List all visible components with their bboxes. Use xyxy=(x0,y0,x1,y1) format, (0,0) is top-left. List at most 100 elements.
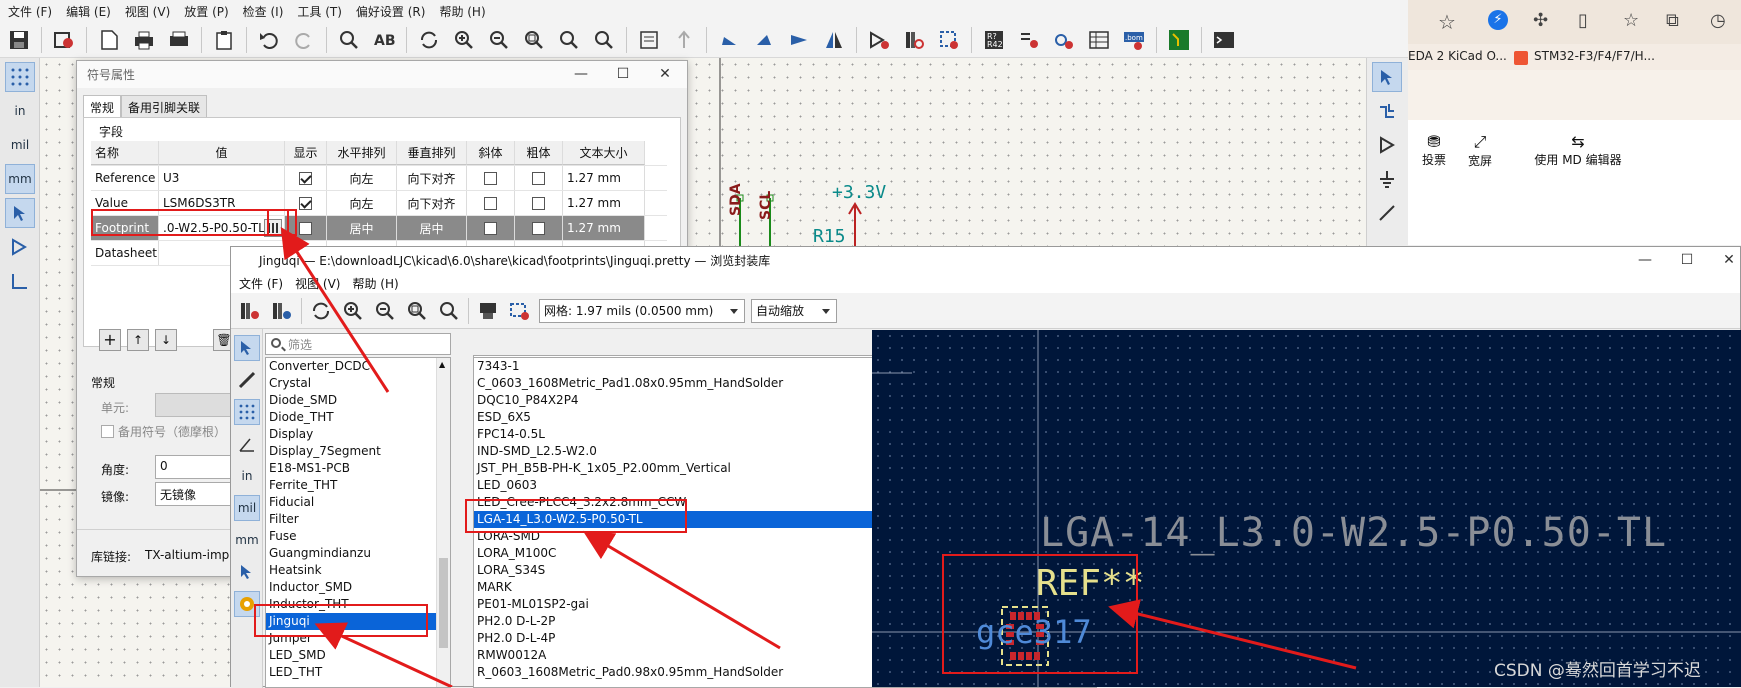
v-align-cell[interactable]: 向下对齐 xyxy=(397,191,467,215)
maximize-button[interactable]: ☐ xyxy=(1673,250,1701,270)
leave-sheet-icon[interactable] xyxy=(671,27,697,53)
library-list-item[interactable]: Guangmindianzu xyxy=(266,545,450,562)
v-align-cell[interactable]: 居中 xyxy=(397,216,467,240)
h-align-cell[interactable]: 向左 xyxy=(327,191,397,215)
menu-help[interactable]: 帮助 (H) xyxy=(435,3,495,20)
refresh-icon[interactable] xyxy=(308,298,334,324)
library-list-item[interactable]: Filter xyxy=(266,511,450,528)
scroll-thumb[interactable] xyxy=(439,558,448,648)
paste-icon[interactable] xyxy=(211,27,237,53)
mirror-select[interactable]: 无镜像 xyxy=(155,482,235,506)
grid-toggle-icon[interactable] xyxy=(234,399,260,425)
zoom-selection-icon[interactable] xyxy=(591,27,617,53)
alternate-symbol-option[interactable]: 备用符号（德摩根） xyxy=(101,423,226,440)
polar-coords-icon[interactable] xyxy=(234,431,260,457)
zoom-select[interactable]: 自动缩放 xyxy=(751,298,837,323)
assign-footprints-icon[interactable] xyxy=(1051,27,1077,53)
field-value[interactable]: U3 xyxy=(159,166,285,190)
menu-help[interactable]: 帮助 (H) xyxy=(348,275,406,292)
units-mm-button[interactable]: mm xyxy=(234,527,260,553)
close-button[interactable]: ✕ xyxy=(1715,250,1741,270)
next-footprint-icon[interactable] xyxy=(269,298,295,324)
add-wire-icon[interactable] xyxy=(1372,198,1402,228)
vote-button[interactable]: ⛃ 投票 xyxy=(1414,132,1454,168)
menu-tools[interactable]: 工具 (T) xyxy=(293,3,352,20)
minimize-button[interactable]: — xyxy=(567,64,595,84)
symbol-editor-icon[interactable] xyxy=(866,27,892,53)
v-align-cell[interactable]: 向下对齐 xyxy=(397,166,467,190)
print-icon[interactable] xyxy=(131,27,157,53)
text-size-cell[interactable]: 1.27 mm xyxy=(563,166,645,190)
library-list-item[interactable]: Converter_DCDC xyxy=(266,358,450,375)
minimize-button[interactable]: — xyxy=(1631,250,1659,270)
grid-toggle-icon[interactable] xyxy=(5,62,35,92)
units-mm-button[interactable]: mm xyxy=(5,164,35,194)
hierarchy-navigator-icon[interactable] xyxy=(636,27,662,53)
mirror-vertical-icon[interactable] xyxy=(821,27,847,53)
library-list[interactable]: Converter_DCDC Crystal Diode_SMD Diode_THT D… xyxy=(265,357,451,688)
italic-cell[interactable] xyxy=(467,216,515,240)
library-list-item[interactable]: Display xyxy=(266,426,450,443)
tab-general[interactable]: 常规 xyxy=(83,95,122,117)
library-list-item[interactable]: Inductor_SMD xyxy=(266,579,450,596)
italic-cell[interactable] xyxy=(467,191,515,215)
bold-cell[interactable] xyxy=(515,166,563,190)
menu-edit[interactable]: 编辑 (E) xyxy=(62,3,121,20)
library-list-item[interactable]: LED_SMD xyxy=(266,647,450,664)
move-up-button[interactable]: ↑ xyxy=(127,329,149,351)
find-replace-icon[interactable]: AB xyxy=(371,27,397,53)
select-tool-icon[interactable] xyxy=(1372,62,1402,92)
erc-icon[interactable] xyxy=(1016,27,1042,53)
bold-checkbox[interactable] xyxy=(532,221,545,235)
extension-icon[interactable]: ⚡ xyxy=(1488,10,1508,30)
bold-cell[interactable] xyxy=(515,191,563,215)
library-list-item[interactable]: Crystal xyxy=(266,375,450,392)
redo-icon[interactable] xyxy=(291,27,317,53)
bold-cell[interactable] xyxy=(515,216,563,240)
zoom-in-icon[interactable] xyxy=(340,298,366,324)
schematic-setup-icon[interactable] xyxy=(51,27,77,53)
alternate-symbol-checkbox[interactable] xyxy=(101,425,114,438)
menu-inspect[interactable]: 检查 (I) xyxy=(239,3,294,20)
italic-cell[interactable] xyxy=(467,166,515,190)
save-icon[interactable] xyxy=(6,27,32,53)
rotate-cw-icon[interactable] xyxy=(751,27,777,53)
previous-footprint-icon[interactable] xyxy=(237,298,263,324)
bookmark-2[interactable]: STM32-F3/F4/F7/H... xyxy=(1534,49,1655,63)
insert-footprint-icon[interactable] xyxy=(507,298,533,324)
italic-checkbox[interactable] xyxy=(484,171,497,185)
menu-file[interactable]: 文件 (F) xyxy=(235,275,291,292)
history-icon[interactable]: ◷ xyxy=(1710,10,1726,31)
zoom-fit-icon[interactable] xyxy=(404,298,430,324)
show-checkbox[interactable] xyxy=(299,221,312,235)
zoom-selection-icon[interactable] xyxy=(436,298,462,324)
angle-select[interactable]: 0 xyxy=(155,455,235,479)
show-cell[interactable] xyxy=(285,166,327,190)
text-size-cell[interactable]: 1.27 mm xyxy=(563,191,645,215)
close-button[interactable]: ✕ xyxy=(651,64,679,84)
scripting-console-icon[interactable] xyxy=(1211,27,1237,53)
italic-checkbox[interactable] xyxy=(484,221,497,235)
show-checkbox[interactable] xyxy=(299,196,312,210)
rotate-ccw-icon[interactable] xyxy=(716,27,742,53)
library-scrollbar[interactable]: ▲ xyxy=(436,358,450,687)
library-filter-input[interactable]: 筛选 xyxy=(265,333,451,355)
hidden-pins-icon[interactable] xyxy=(5,232,35,262)
units-mil-button[interactable]: mil xyxy=(234,495,260,521)
zoom-in-icon[interactable] xyxy=(451,27,477,53)
library-list-item[interactable]: Heatsink xyxy=(266,562,450,579)
symbol-library-browser-icon[interactable] xyxy=(901,27,927,53)
star-icon[interactable]: ☆ xyxy=(1438,10,1456,34)
bold-checkbox[interactable] xyxy=(532,171,545,185)
zoom-objects-icon[interactable] xyxy=(556,27,582,53)
menu-view[interactable]: 视图 (V) xyxy=(121,3,180,20)
text-size-cell[interactable]: 1.27 mm xyxy=(563,216,645,240)
pcb-editor-icon[interactable] xyxy=(1166,27,1192,53)
library-list-item[interactable]: Ferrite_THT xyxy=(266,477,450,494)
menu-place[interactable]: 放置 (P) xyxy=(180,3,238,20)
mirror-horizontal-icon[interactable] xyxy=(786,27,812,53)
zoom-out-icon[interactable] xyxy=(486,27,512,53)
bookmark-1[interactable]: EDA 2 KiCad O... xyxy=(1408,49,1507,63)
highlight-net-icon[interactable] xyxy=(1372,96,1402,126)
unit-select[interactable] xyxy=(155,393,235,417)
